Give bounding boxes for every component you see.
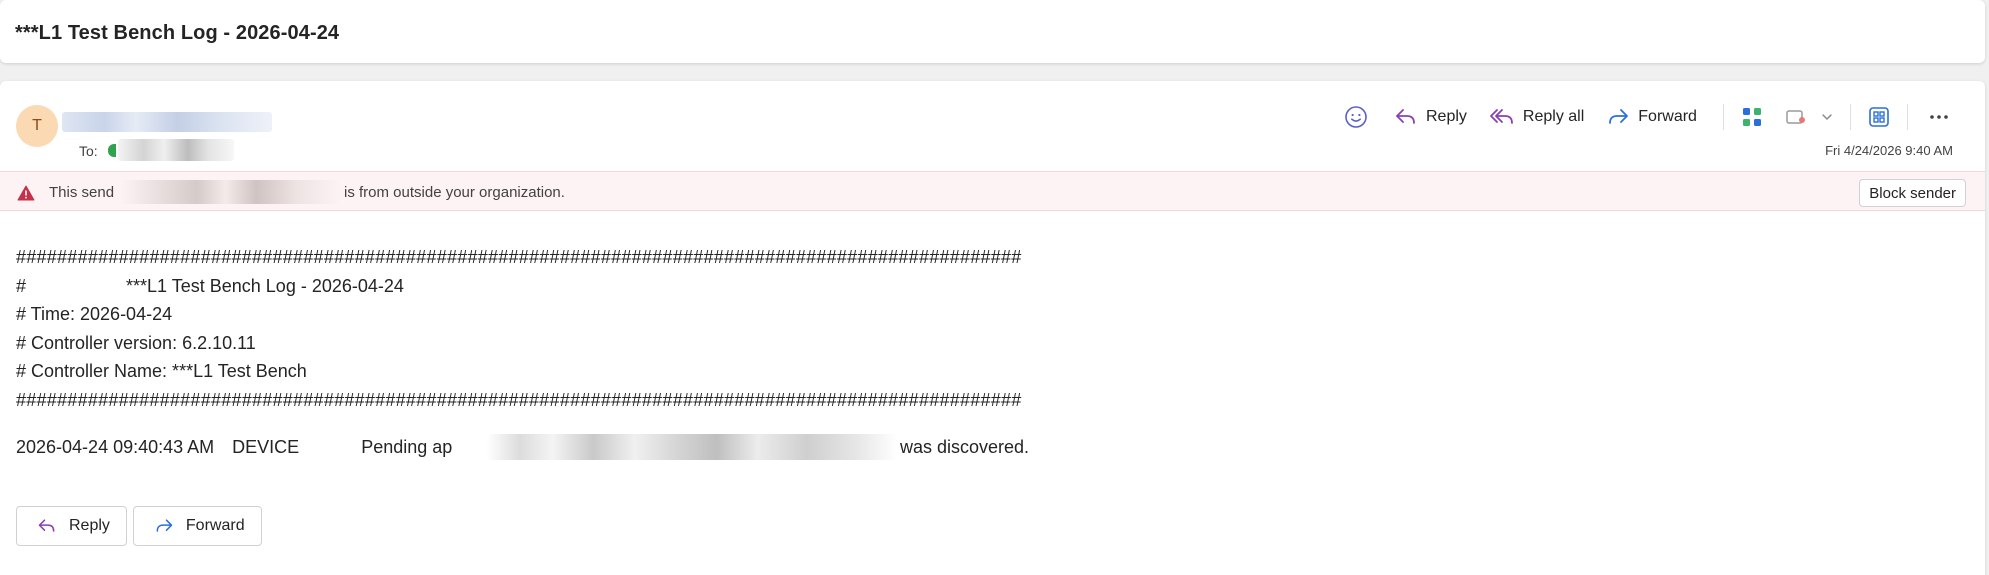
- external-sender-banner: This send is from outside your organizat…: [0, 171, 1985, 211]
- toolbar-divider: [1849, 104, 1851, 130]
- avatar-initial: T: [32, 117, 42, 134]
- log-title-line: # ***L1 Test Bench Log - 2026-04-24: [16, 275, 404, 296]
- subject-title: ***L1 Test Bench Log - 2026-04-24: [15, 22, 340, 44]
- tag-icon: [1786, 110, 1805, 124]
- message-toolbar: Reply Reply all Forward: [1338, 99, 1956, 135]
- sender-address-redacted: [120, 180, 340, 204]
- to-label: To:: [79, 143, 98, 159]
- log-message-start: Pending ap: [361, 437, 453, 457]
- more-horizontal-icon: [1930, 115, 1948, 119]
- more-actions-button[interactable]: [1922, 101, 1956, 133]
- device-id-redacted: [487, 434, 897, 460]
- reply-label: Reply: [1426, 108, 1467, 125]
- sender-name-redacted[interactable]: [62, 112, 272, 132]
- forward-icon: [156, 519, 173, 532]
- toolbar-divider: [1722, 104, 1724, 130]
- bottom-actions: Reply Forward: [16, 506, 268, 546]
- reply-all-icon: [1490, 109, 1513, 124]
- smiley-icon: [1345, 106, 1367, 128]
- subject-header: ***L1 Test Bench Log - 2026-04-24: [0, 0, 1985, 63]
- banner-text-prefix: This send: [49, 184, 115, 201]
- tag-dropdown-button[interactable]: [1814, 101, 1840, 133]
- forward-button[interactable]: Forward: [1600, 101, 1703, 133]
- bottom-reply-button[interactable]: Reply: [16, 506, 127, 546]
- recipient-presence-dot: [108, 144, 116, 157]
- log-timestamp: 2026-04-24 09:40:43 AM: [16, 437, 215, 457]
- apps-button[interactable]: [1734, 101, 1770, 133]
- warning-icon: [17, 185, 35, 201]
- reply-icon: [1396, 109, 1415, 124]
- bottom-forward-button[interactable]: Forward: [132, 506, 262, 546]
- forward-icon: [1609, 109, 1629, 124]
- reaction-button[interactable]: [1338, 101, 1374, 133]
- hash-divider: ########################################…: [16, 389, 1022, 410]
- message-pane: T To: Reply Reply all Forward Fri 4/24/2…: [0, 81, 1985, 575]
- log-entry: 2026-04-24 09:40:43 AM DEVICE Pending ap: [16, 437, 452, 458]
- reply-button[interactable]: Reply: [1388, 101, 1473, 133]
- recipient-redacted[interactable]: [118, 139, 234, 161]
- message-body: ########################################…: [16, 243, 1022, 414]
- forward-label: Forward: [1638, 108, 1697, 125]
- block-sender-button[interactable]: Block sender: [1859, 179, 1966, 207]
- log-category: DEVICE: [232, 437, 300, 457]
- controller-name-line: # Controller Name: ***L1 Test Bench: [16, 361, 307, 381]
- log-message-end: was discovered.: [900, 437, 1030, 457]
- apps-sync-icon: [1742, 108, 1761, 126]
- bottom-reply-label: Reply: [69, 517, 110, 534]
- chevron-down-icon: [1822, 114, 1832, 121]
- controller-version-line: # Controller version: 6.2.10.11: [16, 332, 256, 353]
- hash-divider: ########################################…: [16, 247, 1022, 267]
- bottom-forward-label: Forward: [185, 517, 245, 534]
- reply-icon: [38, 519, 55, 532]
- time-line: # Time: 2026-04-24: [16, 304, 173, 324]
- banner-text-suffix: is from outside your organization.: [344, 184, 565, 201]
- reply-all-button[interactable]: Reply all: [1483, 101, 1590, 133]
- grid-view-icon: [1869, 107, 1889, 127]
- reply-all-label: Reply all: [1522, 108, 1585, 125]
- toolbar-divider: [1906, 104, 1908, 130]
- sender-avatar[interactable]: T: [16, 105, 58, 147]
- tag-button[interactable]: [1778, 101, 1814, 133]
- immersive-reader-button[interactable]: [1861, 101, 1897, 133]
- message-date: Fri 4/24/2026 9:40 AM: [1825, 143, 1953, 158]
